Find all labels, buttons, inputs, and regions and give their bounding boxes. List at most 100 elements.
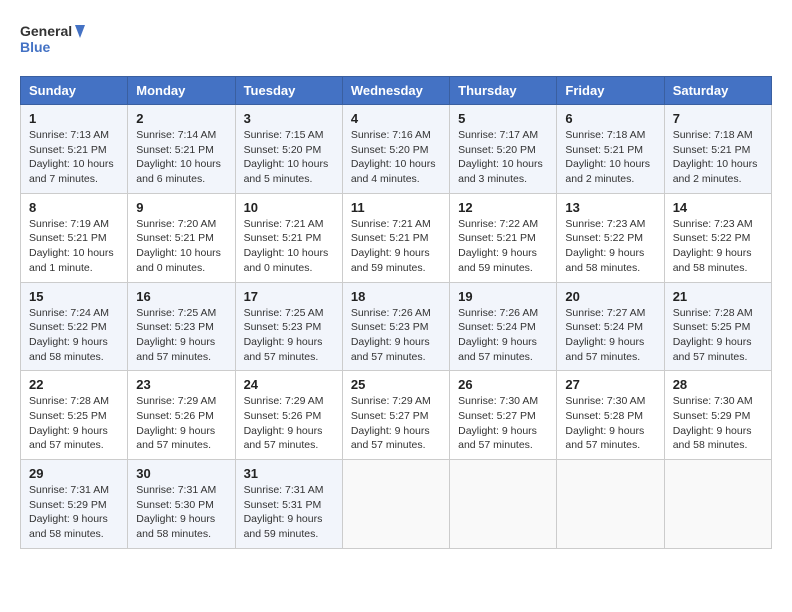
calendar-week-row: 8 Sunrise: 7:19 AM Sunset: 5:21 PM Daylig… [21,193,772,282]
calendar-day-cell: 20 Sunrise: 7:27 AM Sunset: 5:24 PM Dayli… [557,282,664,371]
day-number: 25 [351,377,441,392]
calendar-day-cell: 13Sunrise: 7:23 AM Sunset: 5:22 PM Dayli… [557,193,664,282]
day-info: Sunrise: 7:25 AM Sunset: 5:23 PM Dayligh… [136,306,226,365]
calendar-week-row: 15 Sunrise: 7:24 AM Sunset: 5:22 PM Dayli… [21,282,772,371]
day-info: Sunrise: 7:26 AM Sunset: 5:24 PM Dayligh… [458,306,548,365]
day-number: 20 [565,289,655,304]
calendar-day-cell: 26 Sunrise: 7:30 AM Sunset: 5:27 PM Dayli… [450,371,557,460]
day-info: Sunrise: 7:24 AM Sunset: 5:22 PM Dayligh… [29,306,119,365]
day-info: Sunrise: 7:27 AM Sunset: 5:24 PM Dayligh… [565,306,655,365]
day-info: Sunrise: 7:14 AM Sunset: 5:21 PM Dayligh… [136,128,226,187]
logo-svg: General Blue [20,20,90,60]
calendar-day-cell: 2 Sunrise: 7:14 AM Sunset: 5:21 PM Daylig… [128,105,235,194]
day-number: 7 [673,111,763,126]
day-number: 4 [351,111,441,126]
day-number: 8 [29,200,119,215]
calendar-day-cell: 21 Sunrise: 7:28 AM Sunset: 5:25 PM Dayli… [664,282,771,371]
day-number: 13 [565,200,655,215]
calendar-week-row: 29 Sunrise: 7:31 AM Sunset: 5:29 PM Dayli… [21,460,772,549]
calendar-day-cell: 7 Sunrise: 7:18 AM Sunset: 5:21 PM Daylig… [664,105,771,194]
calendar-day-cell: 9 Sunrise: 7:20 AM Sunset: 5:21 PM Daylig… [128,193,235,282]
calendar-day-header: Friday [557,77,664,105]
day-number: 24 [244,377,334,392]
calendar-day-cell: 28 Sunrise: 7:30 AM Sunset: 5:29 PM Dayli… [664,371,771,460]
day-number: 12 [458,200,548,215]
day-info: Sunrise: 7:26 AM Sunset: 5:23 PM Dayligh… [351,306,441,365]
calendar-day-cell: 5Sunrise: 7:17 AM Sunset: 5:20 PM Daylig… [450,105,557,194]
calendar-day-cell: 23 Sunrise: 7:29 AM Sunset: 5:26 PM Dayli… [128,371,235,460]
day-info: Sunrise: 7:31 AM Sunset: 5:30 PM Dayligh… [136,483,226,542]
day-info: Sunrise: 7:23 AM Sunset: 5:22 PM Dayligh… [673,217,763,276]
day-number: 22 [29,377,119,392]
day-info: Sunrise: 7:21 AM Sunset: 5:21 PM Dayligh… [351,217,441,276]
day-info: Sunrise: 7:19 AM Sunset: 5:21 PM Dayligh… [29,217,119,276]
header: General Blue [20,20,772,60]
calendar-day-cell: 6 Sunrise: 7:18 AM Sunset: 5:21 PM Daylig… [557,105,664,194]
calendar-day-cell: 12 Sunrise: 7:22 AM Sunset: 5:21 PM Dayli… [450,193,557,282]
calendar-day-header: Saturday [664,77,771,105]
day-number: 9 [136,200,226,215]
day-info: Sunrise: 7:29 AM Sunset: 5:26 PM Dayligh… [244,394,334,453]
day-number: 10 [244,200,334,215]
calendar-day-cell: 8 Sunrise: 7:19 AM Sunset: 5:21 PM Daylig… [21,193,128,282]
day-info: Sunrise: 7:20 AM Sunset: 5:21 PM Dayligh… [136,217,226,276]
calendar-day-cell: 16 Sunrise: 7:25 AM Sunset: 5:23 PM Dayli… [128,282,235,371]
day-number: 23 [136,377,226,392]
day-number: 31 [244,466,334,481]
day-number: 21 [673,289,763,304]
empty-cell [557,460,664,549]
day-info: Sunrise: 7:18 AM Sunset: 5:21 PM Dayligh… [565,128,655,187]
calendar-day-cell: 15 Sunrise: 7:24 AM Sunset: 5:22 PM Dayli… [21,282,128,371]
day-info: Sunrise: 7:31 AM Sunset: 5:29 PM Dayligh… [29,483,119,542]
day-info: Sunrise: 7:29 AM Sunset: 5:26 PM Dayligh… [136,394,226,453]
calendar-day-cell: 1 Sunrise: 7:13 AM Sunset: 5:21 PM Daylig… [21,105,128,194]
empty-cell [450,460,557,549]
day-number: 6 [565,111,655,126]
day-info: Sunrise: 7:15 AM Sunset: 5:20 PM Dayligh… [244,128,334,187]
day-number: 2 [136,111,226,126]
calendar-day-cell: 31 Sunrise: 7:31 AM Sunset: 5:31 PM Dayli… [235,460,342,549]
calendar-day-header: Tuesday [235,77,342,105]
calendar-day-cell: 14 Sunrise: 7:23 AM Sunset: 5:22 PM Dayli… [664,193,771,282]
logo: General Blue [20,20,90,60]
day-number: 19 [458,289,548,304]
day-number: 29 [29,466,119,481]
calendar-day-cell: 27Sunrise: 7:30 AM Sunset: 5:28 PM Dayli… [557,371,664,460]
day-number: 28 [673,377,763,392]
day-number: 15 [29,289,119,304]
day-info: Sunrise: 7:25 AM Sunset: 5:23 PM Dayligh… [244,306,334,365]
day-number: 17 [244,289,334,304]
calendar-day-header: Thursday [450,77,557,105]
day-info: Sunrise: 7:21 AM Sunset: 5:21 PM Dayligh… [244,217,334,276]
calendar-day-cell: 10 Sunrise: 7:21 AM Sunset: 5:21 PM Dayli… [235,193,342,282]
day-info: Sunrise: 7:28 AM Sunset: 5:25 PM Dayligh… [29,394,119,453]
calendar-header: SundayMondayTuesdayWednesdayThursdayFrid… [21,77,772,105]
calendar-day-cell: 18 Sunrise: 7:26 AM Sunset: 5:23 PM Dayli… [342,282,449,371]
day-info: Sunrise: 7:13 AM Sunset: 5:21 PM Dayligh… [29,128,119,187]
day-number: 11 [351,200,441,215]
calendar-day-cell: 11 Sunrise: 7:21 AM Sunset: 5:21 PM Dayli… [342,193,449,282]
day-info: Sunrise: 7:17 AM Sunset: 5:20 PM Dayligh… [458,128,548,187]
calendar: SundayMondayTuesdayWednesdayThursdayFrid… [20,76,772,549]
day-info: Sunrise: 7:29 AM Sunset: 5:27 PM Dayligh… [351,394,441,453]
day-info: Sunrise: 7:30 AM Sunset: 5:27 PM Dayligh… [458,394,548,453]
calendar-day-cell: 29 Sunrise: 7:31 AM Sunset: 5:29 PM Dayli… [21,460,128,549]
calendar-day-cell: 19 Sunrise: 7:26 AM Sunset: 5:24 PM Dayli… [450,282,557,371]
calendar-day-cell: 3Sunrise: 7:15 AM Sunset: 5:20 PM Daylig… [235,105,342,194]
calendar-day-cell: 22 Sunrise: 7:28 AM Sunset: 5:25 PM Dayli… [21,371,128,460]
day-info: Sunrise: 7:31 AM Sunset: 5:31 PM Dayligh… [244,483,334,542]
day-number: 1 [29,111,119,126]
day-info: Sunrise: 7:30 AM Sunset: 5:29 PM Dayligh… [673,394,763,453]
day-info: Sunrise: 7:22 AM Sunset: 5:21 PM Dayligh… [458,217,548,276]
calendar-day-header: Monday [128,77,235,105]
day-number: 26 [458,377,548,392]
day-info: Sunrise: 7:28 AM Sunset: 5:25 PM Dayligh… [673,306,763,365]
day-number: 16 [136,289,226,304]
calendar-day-header: Sunday [21,77,128,105]
empty-cell [342,460,449,549]
day-number: 14 [673,200,763,215]
day-info: Sunrise: 7:18 AM Sunset: 5:21 PM Dayligh… [673,128,763,187]
calendar-day-cell: 30Sunrise: 7:31 AM Sunset: 5:30 PM Dayli… [128,460,235,549]
day-number: 27 [565,377,655,392]
day-number: 18 [351,289,441,304]
